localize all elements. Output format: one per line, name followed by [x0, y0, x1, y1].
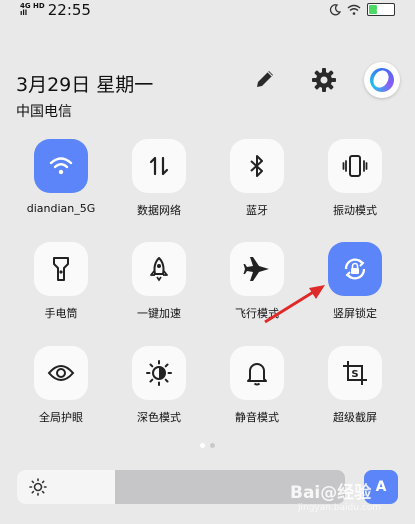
tile-wifi[interactable]: diandian_5G	[11, 139, 111, 215]
tile-label: 手电筒	[44, 307, 78, 320]
tile-label: 飞行模式	[235, 307, 279, 320]
edit-icon[interactable]	[252, 66, 278, 92]
tile-label: 静音模式	[235, 411, 279, 424]
tile-label: 全局护眼	[39, 411, 83, 424]
tile-mobile-data[interactable]: 数据网络	[109, 139, 209, 218]
rocket-icon	[150, 257, 168, 282]
tile-label: 深色模式	[137, 411, 181, 424]
dark-mode-icon	[146, 360, 172, 386]
battery-text: 35	[376, 5, 386, 13]
eye-icon	[47, 365, 75, 381]
svg-text:S: S	[351, 369, 358, 380]
mobile-data-toggle[interactable]	[132, 139, 186, 193]
bluetooth-toggle[interactable]	[230, 139, 284, 193]
bell-icon	[247, 363, 267, 386]
page-dot-active	[200, 443, 205, 448]
tile-label: diandian_5G	[26, 202, 96, 215]
wifi-status-icon	[347, 4, 361, 15]
vibrate-toggle[interactable]	[328, 139, 382, 193]
tile-silent[interactable]: 静音模式	[207, 346, 307, 425]
tile-bluetooth[interactable]: 蓝牙	[207, 139, 307, 218]
airplane-toggle[interactable]	[230, 242, 284, 296]
tile-flashlight[interactable]: 手电筒	[11, 242, 111, 321]
tile-rotation-lock[interactable]: 竖屏锁定	[305, 242, 405, 321]
tile-label: 竖屏锁定	[333, 307, 377, 320]
wifi-toggle[interactable]	[34, 139, 88, 193]
sun-icon	[29, 478, 47, 496]
eye-care-toggle[interactable]	[34, 346, 88, 400]
avatar[interactable]	[364, 62, 400, 98]
tile-label: 数据网络	[137, 204, 181, 217]
status-bar: 4G HD ıll 22:55 35	[0, 0, 415, 22]
status-time: 22:55	[47, 1, 91, 19]
carrier-label: 中国电信	[16, 104, 72, 120]
silent-toggle[interactable]	[230, 346, 284, 400]
bluetooth-icon	[250, 155, 263, 177]
watermark-url: jingyan.baidu.com	[298, 503, 382, 513]
tile-label: 超级截屏	[333, 411, 377, 424]
network-indicator: 4G HD ıll	[20, 3, 45, 17]
wifi-icon	[49, 157, 73, 175]
dark-mode-toggle[interactable]	[132, 346, 186, 400]
screenshot-icon: S	[343, 361, 367, 385]
page-dot	[210, 443, 215, 448]
battery-indicator: 35	[367, 3, 395, 16]
gear-icon[interactable]	[310, 66, 338, 94]
tile-eye-care[interactable]: 全局护眼	[11, 346, 111, 425]
tile-label: 振动模式	[333, 204, 377, 217]
rotation-lock-toggle[interactable]	[328, 242, 382, 296]
watermark-brand: Bai@经验	[290, 483, 372, 503]
tile-label: 一键加速	[137, 307, 181, 320]
tile-airplane[interactable]: 飞行模式	[207, 242, 307, 321]
signal-bars: ıll	[20, 9, 28, 17]
moon-icon	[329, 3, 341, 15]
tile-screenshot[interactable]: S 超级截屏	[305, 346, 405, 425]
flashlight-toggle[interactable]	[34, 242, 88, 296]
tile-label: 蓝牙	[246, 204, 268, 217]
tile-vibrate[interactable]: 振动模式	[305, 139, 405, 218]
rotation-lock-icon	[344, 258, 366, 280]
mobile-data-icon	[149, 156, 169, 176]
tile-dark-mode[interactable]: 深色模式	[109, 346, 209, 425]
boost-toggle[interactable]	[132, 242, 186, 296]
screenshot-toggle[interactable]: S	[328, 346, 382, 400]
date-label: 3月29日 星期一	[16, 74, 154, 96]
page-indicator	[200, 443, 215, 448]
flashlight-icon	[53, 257, 69, 281]
vibrate-icon	[342, 155, 368, 177]
tile-boost[interactable]: 一键加速	[109, 242, 209, 321]
airplane-icon	[243, 257, 269, 281]
